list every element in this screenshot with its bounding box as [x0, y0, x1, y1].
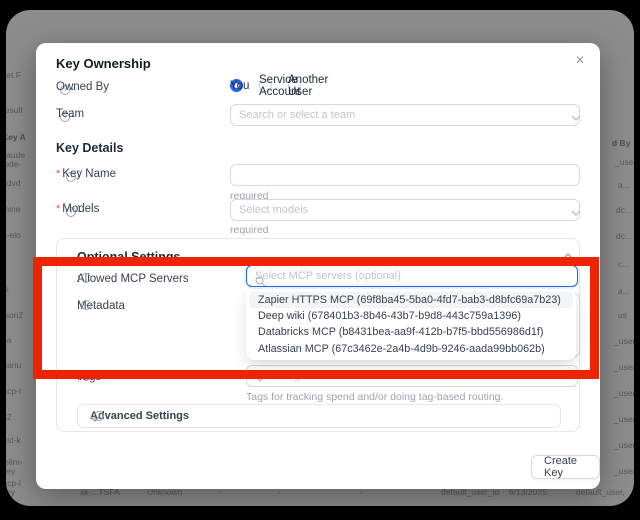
background-text-fragment: _user,	[614, 414, 634, 424]
background-text-fragment: oa	[6, 335, 11, 345]
background-text-fragment: dc...	[616, 231, 632, 241]
mcp-servers-label-text: Allowed MCP Servers	[77, 273, 189, 285]
background-text-fragment: o2	[6, 412, 11, 422]
background-text-fragment: c...	[618, 259, 629, 269]
create-key-modal: Key Ownership ✕ Owned Byi: You Service A…	[36, 43, 600, 489]
owned-by-label-text: Owned By	[56, 81, 109, 93]
modal-title: Key Ownership	[56, 56, 151, 71]
background-text-fragment: _user,	[614, 388, 634, 398]
key-details-heading: Key Details	[56, 141, 123, 155]
background-text-fragment: d	[6, 256, 7, 266]
optional-settings-heading: Optional Settings	[77, 250, 180, 264]
models-label: *Modelsi:	[56, 203, 80, 217]
advanced-settings-label: Advanced Settings	[90, 410, 189, 422]
background-text-fragment: mcp-t	[6, 386, 21, 396]
background-text-fragment: ni	[6, 284, 9, 294]
background-text-fragment: _user,	[614, 362, 634, 372]
owned-by-label: Owned Byi:	[56, 81, 74, 95]
mcp-servers-placeholder: Select MCP servers (optional)	[255, 270, 401, 282]
required-asterisk: *	[56, 168, 60, 180]
background-text-fragment: a...	[618, 180, 630, 190]
background-text-fragment: us	[618, 310, 627, 320]
info-icon: i	[81, 273, 91, 283]
mcp-servers-select[interactable]: Select MCP servers (optional)	[246, 265, 578, 287]
background-text-fragment: ason2	[6, 310, 23, 320]
mcp-server-option[interactable]: Atlassian MCP (67c3462e-2a4b-4d9b-9246-a…	[249, 341, 573, 357]
models-placeholder: Select models	[239, 204, 571, 216]
mcp-server-option[interactable]: Databricks MCP (b8431bea-aa9f-412b-b7f5-…	[249, 324, 573, 340]
mcp-server-option[interactable]: Zapier HTTPS MCP (69f8ba45-5ba0-4fd7-bab…	[249, 292, 573, 308]
team-placeholder: Search or select a team	[239, 109, 571, 121]
optional-settings-panel: Optional Settings Allowed MCP Serversi: …	[56, 238, 580, 432]
dimmed-app-window: set FresultKey Aclaudecode-ddvdmineni-el…	[6, 10, 634, 506]
background-text-fragment: key	[6, 487, 15, 497]
owned-by-radio-group: You Service Account Another User	[230, 79, 301, 92]
background-text-fragment: ddvd	[6, 178, 20, 188]
create-key-button[interactable]: Create Key	[531, 455, 600, 479]
background-text-fragment: d By	[612, 138, 630, 148]
team-label: Teami:	[56, 108, 74, 122]
mcp-server-option[interactable]: Deep wiki (678401b3-8b46-43b7-b9d8-443c7…	[249, 308, 573, 324]
background-text-fragment: _user,	[614, 440, 634, 450]
background-text-fragment: dc...	[616, 205, 632, 215]
background-text-fragment: _user,	[614, 336, 634, 346]
background-text-fragment: mine	[6, 204, 20, 214]
background-text-fragment: test-k	[6, 435, 21, 445]
mcp-servers-label: Allowed MCP Serversi:	[77, 273, 80, 285]
background-text-fragment: key	[6, 466, 15, 476]
key-name-input[interactable]	[230, 164, 580, 186]
close-icon[interactable]: ✕	[572, 53, 588, 69]
metadata-label: Metadatai:	[77, 300, 80, 312]
team-select[interactable]: Search or select a team	[230, 104, 580, 126]
radio-another-user-label: Another User	[288, 74, 328, 98]
tags-help-text: Tags for tracking spend and/or doing tag…	[246, 391, 503, 403]
background-text-fragment: set F	[6, 70, 21, 80]
tags-label: Tagsi:	[77, 371, 80, 383]
radio-another-user[interactable]: Another User	[288, 79, 301, 92]
info-icon: i	[81, 300, 91, 310]
radio-service-account[interactable]: Service Account	[259, 79, 272, 92]
advanced-settings-toggle[interactable]: Advanced Settings i	[77, 404, 561, 428]
key-name-label: *Key Namei:	[56, 168, 80, 182]
models-required-hint: required	[230, 224, 269, 236]
required-asterisk: *	[56, 203, 60, 215]
background-text-fragment: Key A	[6, 132, 26, 142]
mcp-servers-dropdown: Zapier HTTPS MCP (69f8ba45-5ba0-4fd7-bab…	[246, 289, 576, 360]
background-text-fragment: _user,	[614, 466, 634, 476]
background-text-fragment: manu	[6, 360, 21, 370]
background-text-fragment: ni-elo	[6, 230, 21, 240]
team-label-text: Team	[56, 108, 84, 120]
background-text-fragment: _user,	[615, 157, 634, 167]
radio-you[interactable]: You	[230, 79, 243, 92]
radio-you-label: You	[230, 80, 249, 92]
models-label-text: Models	[62, 203, 99, 215]
models-select[interactable]: Select models	[230, 199, 580, 221]
background-text-fragment: a...	[618, 286, 630, 296]
tags-select[interactable]: Enter tags	[246, 365, 578, 387]
background-text-fragment: result	[6, 105, 23, 115]
background-text-fragment: code-	[6, 159, 21, 169]
key-name-label-text: Key Name	[62, 168, 116, 180]
info-icon: i	[81, 371, 91, 381]
